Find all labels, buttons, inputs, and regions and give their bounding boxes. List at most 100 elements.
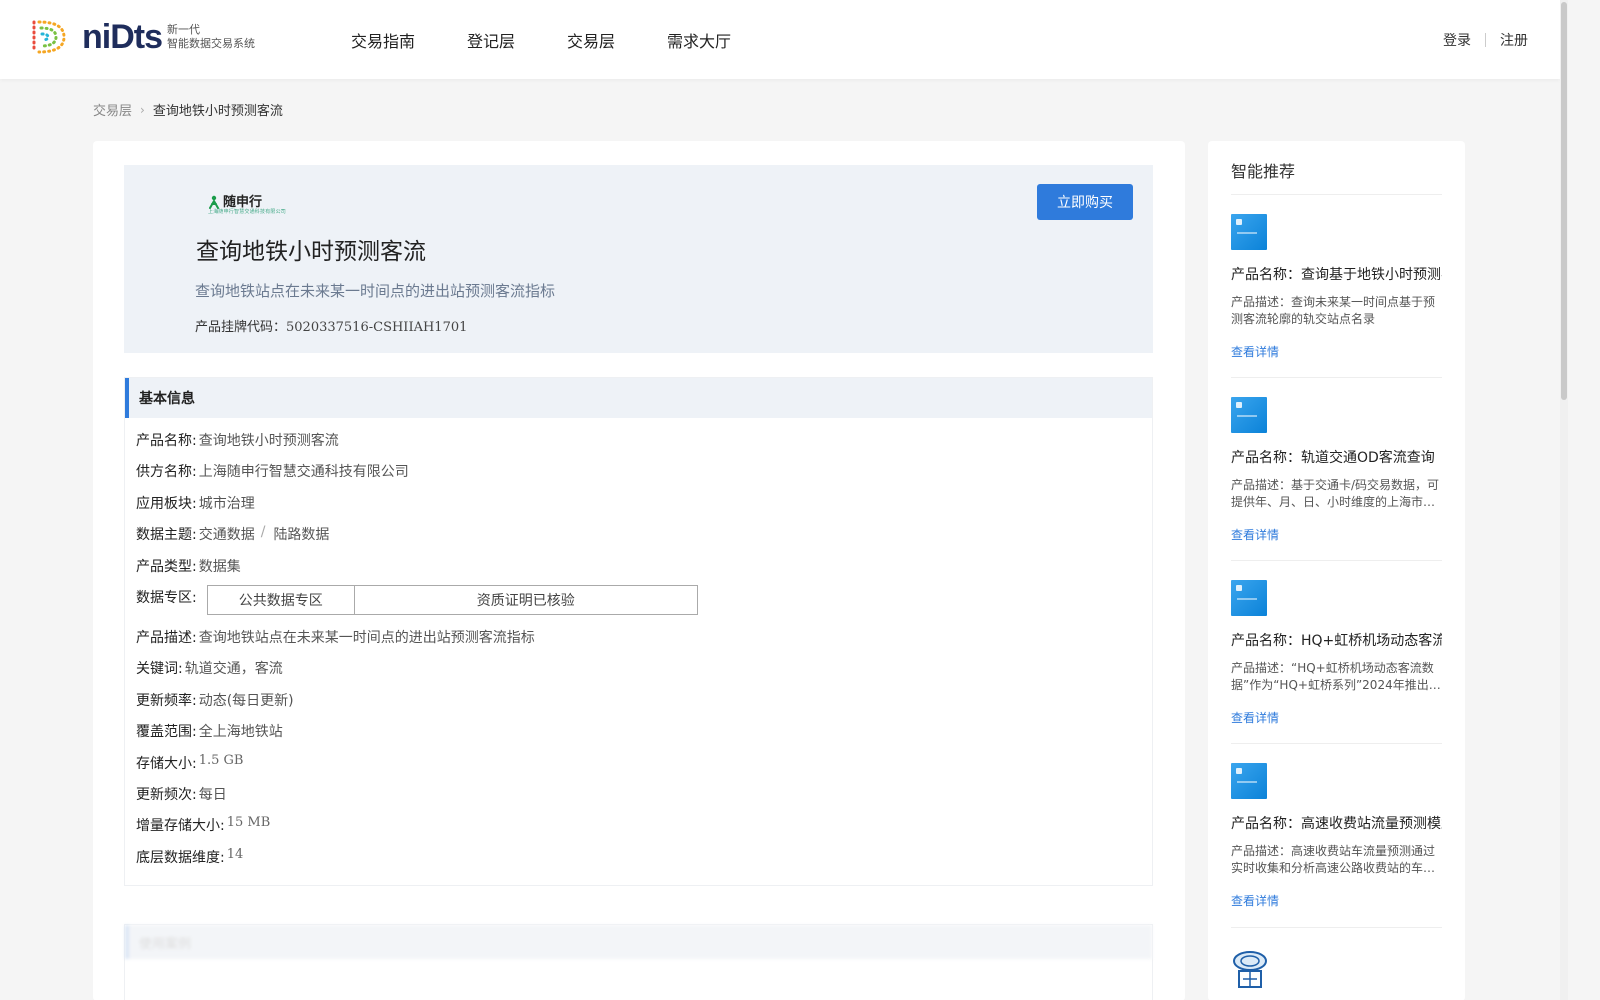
logo-sub-line1: 新一代: [167, 23, 200, 36]
divider: [1231, 560, 1442, 561]
buy-now-button[interactable]: 立即购买: [1037, 184, 1133, 220]
logo-mark-icon: [28, 18, 68, 56]
info-label: 数据主题:: [136, 527, 197, 544]
nav-demand-hall[interactable]: 需求大厅: [667, 28, 731, 52]
info-label: 增量存储大小:: [136, 818, 225, 835]
view-details-link[interactable]: 查看详情: [1231, 343, 1442, 360]
info-row-topic: 数据主题: 交通数据 / 陆路数据: [136, 524, 698, 555]
recommend-item-desc: 产品描述：“HQ+虹桥机场动态客流数据”作为“HQ+虹桥系列”2024年推出的数…: [1231, 661, 1441, 692]
recommend-item-name[interactable]: 产品名称：查询基于地铁小时预测客流: [1231, 264, 1442, 284]
recommend-item[interactable]: 产品名称：查询基于地铁小时预测客流 产品描述：查询未来某一时间点基于预测客流轮廓…: [1231, 214, 1442, 360]
section-heading: 使用案例: [125, 925, 1152, 959]
auth-divider: [1485, 33, 1486, 47]
product-thumbnail[interactable]: [1231, 214, 1267, 250]
info-label: 更新频率:: [136, 692, 197, 709]
info-row-desc: 产品描述: 查询地铁站点在未来某一时间点的进出站预测客流指标: [136, 627, 698, 658]
info-value: 交通数据: [198, 527, 255, 544]
divider: [1231, 194, 1442, 195]
sidebar-title: 智能推荐: [1231, 162, 1296, 181]
nav-trading-layer[interactable]: 交易层: [567, 28, 615, 52]
topic-separator: /: [260, 524, 266, 541]
recommend-item-desc: 产品描述：基于交通卡/码交易数据，可提供年、月、日、小时维度的上海市轨道交通客流…: [1231, 478, 1440, 509]
product-thumbnail[interactable]: [1231, 763, 1267, 799]
zone-table: 公共数据专区 资质证明已核验: [206, 584, 698, 615]
info-value: 15 MB: [226, 815, 271, 831]
recommend-item-name[interactable]: 产品名称：高速收费站流量预测模型: [1231, 813, 1442, 833]
product-hero: 随申行 上海随申行智慧交通科技有限公司 查询地铁小时预测客流 查询地铁站点在未来…: [124, 165, 1153, 353]
nav-registration-layer[interactable]: 登记层: [467, 28, 515, 52]
product-title: 查询地铁小时预测客流: [196, 239, 426, 265]
main-nav: 交易指南 登记层 交易层 需求大厅: [351, 28, 783, 52]
info-row-type: 产品类型: 数据集: [136, 556, 698, 587]
info-value: 数据集: [198, 558, 241, 575]
info-value: 动态(每日更新): [198, 692, 294, 709]
info-label: 产品描述:: [136, 629, 197, 646]
brand-company: 上海随申行智慧交通科技有限公司: [208, 209, 287, 215]
product-code-label: 产品挂牌代码：: [195, 320, 287, 335]
product-thumbnail[interactable]: [1231, 580, 1267, 616]
recommendation-sidebar: 智能推荐 产品名称：查询基于地铁小时预测客流 产品描述：查询未来某一时间点基于预…: [1208, 141, 1465, 1000]
info-row-frequency: 更新频率: 动态(每日更新): [136, 690, 698, 721]
info-row-supplier: 供方名称: 上海随申行智慧交通科技有限公司: [136, 461, 698, 492]
info-value: 每日: [198, 786, 227, 803]
breadcrumb: 交易层 › 查询地铁小时预测客流: [93, 100, 283, 120]
info-row-coverage: 覆盖范围: 全上海地铁站: [136, 721, 698, 752]
zone-verified-cell: 资质证明已核验: [476, 592, 575, 609]
info-row-increment: 增量存储大小: 15 MB: [136, 815, 698, 846]
info-row-dimensions: 底层数据维度: 14: [136, 847, 698, 878]
recommend-item-name[interactable]: 产品名称：HQ+虹桥机场动态客流数据: [1231, 630, 1442, 650]
info-value: 城市治理: [198, 495, 255, 512]
breadcrumb-trading-layer[interactable]: 交易层: [93, 100, 132, 119]
info-value: 查询地铁小时预测客流: [198, 433, 339, 449]
cloud-data-icon[interactable]: [1231, 949, 1269, 989]
login-link[interactable]: 登录: [1443, 30, 1471, 50]
info-value: 14: [226, 846, 244, 862]
product-code-value: 5020337516-CSHIIAH1701: [286, 320, 468, 335]
product-detail-card: 随申行 上海随申行智慧交通科技有限公司 查询地铁小时预测客流 查询地铁站点在未来…: [93, 141, 1185, 1000]
logo-wordmark: niDts: [82, 18, 163, 56]
nav-trade-guide[interactable]: 交易指南: [351, 28, 415, 52]
breadcrumb-current: 查询地铁小时预测客流: [152, 104, 283, 119]
product-thumbnail[interactable]: [1231, 397, 1267, 433]
product-description: 查询地铁站点在未来某一时间点的进出站预测客流指标: [195, 282, 556, 300]
info-value: 上海随申行智慧交通科技有限公司: [198, 464, 409, 481]
scrollbar-thumb[interactable]: [1561, 2, 1567, 400]
info-row-name: 产品名称: 查询地铁小时预测客流: [136, 430, 698, 461]
recommend-item-desc: 产品描述：查询未来某一时间点基于预测客流轮廓的轨交站点名录: [1231, 295, 1436, 326]
divider: [1231, 927, 1442, 928]
info-label: 产品类型:: [136, 558, 197, 575]
info-label: 关键词:: [136, 661, 183, 678]
info-label: 数据专区:: [136, 589, 197, 606]
basic-info-section: 基本信息 产品名称: 查询地铁小时预测客流 供方名称: 上海随申行智慧交通科技有限公…: [124, 377, 1153, 886]
info-value: 全上海地铁站: [198, 724, 283, 741]
recommend-item[interactable]: 产品名称：轨道交通OD客流查询 产品描述：基于交通卡/码交易数据，可提供年、月、…: [1231, 397, 1442, 543]
view-details-link[interactable]: 查看详情: [1231, 526, 1442, 543]
info-label: 供方名称:: [136, 464, 197, 481]
logo-sub-line2: 智能数据交易系统: [167, 37, 255, 50]
section-heading: 基本信息: [125, 378, 1152, 418]
view-details-link[interactable]: 查看详情: [1231, 709, 1442, 726]
info-label: 应用板块:: [136, 495, 197, 512]
info-row-update-times: 更新频次: 每日: [136, 784, 698, 815]
info-label: 更新频次:: [136, 786, 197, 803]
zone-cell: 公共数据专区: [208, 585, 355, 614]
auth-links: 登录 注册: [1443, 30, 1528, 50]
info-row-keywords: 关键词: 轨道交通，客流: [136, 658, 698, 689]
recommend-item[interactable]: 产品名称：HQ+虹桥机场动态客流数据 产品描述：“HQ+虹桥机场动态客流数据”作…: [1231, 580, 1442, 726]
info-value: 1.5 GB: [198, 752, 244, 768]
info-row-zone: 数据专区: 公共数据专区 资质证明已核验: [136, 584, 698, 627]
info-label: 覆盖范围:: [136, 724, 197, 741]
info-label: 底层数据维度:: [136, 849, 225, 866]
person-walk-icon: [207, 194, 221, 209]
divider: [1231, 377, 1442, 378]
view-details-link[interactable]: 查看详情: [1231, 892, 1442, 909]
page-scrollbar[interactable]: [1560, 0, 1568, 1000]
logo[interactable]: niDts 新一代 智能数据交易系统: [28, 18, 255, 56]
recommend-item[interactable]: 产品名称：高速收费站流量预测模型 产品描述：高速收费站车流量预测通过实时收集和分…: [1231, 763, 1442, 909]
recommend-item-name[interactable]: 产品名称：轨道交通OD客流查询: [1231, 447, 1442, 467]
top-header: niDts 新一代 智能数据交易系统 交易指南 登记层 交易层 需求大厅 登录 …: [0, 0, 1560, 79]
info-value: 查询地铁站点在未来某一时间点的进出站预测客流指标: [198, 629, 535, 646]
info-value: 陆路数据: [273, 527, 330, 544]
info-row-sector: 应用板块: 城市治理: [136, 493, 698, 524]
register-link[interactable]: 注册: [1500, 30, 1528, 50]
